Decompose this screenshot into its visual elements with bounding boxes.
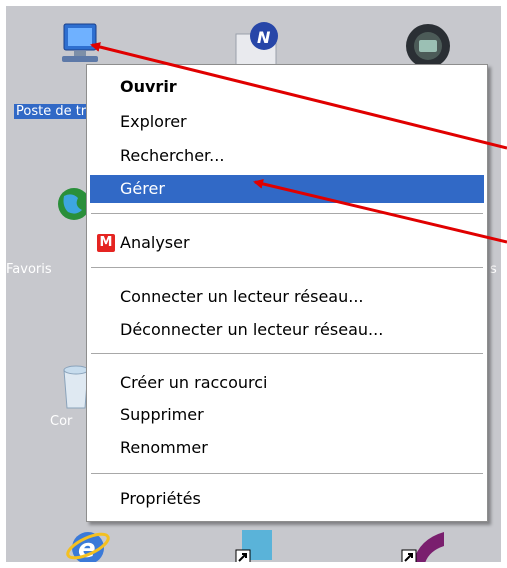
shortcut-icon[interactable] (232, 526, 280, 562)
context-menu: Ouvrir Explorer Rechercher... Gérer M An… (86, 64, 488, 522)
my-computer-icon[interactable] (56, 20, 106, 66)
menu-item-properties[interactable]: Propriétés (90, 485, 484, 513)
menu-item-explore[interactable]: Explorer (90, 108, 484, 136)
favorites-label[interactable]: Favoris (6, 262, 52, 277)
menu-item-analyze[interactable]: M Analyser (90, 229, 484, 257)
internet-explorer-icon[interactable]: e (64, 524, 112, 562)
menu-item-manage[interactable]: Gérer (90, 175, 484, 203)
menu-item-map-network-drive[interactable]: Connecter un lecteur réseau... (90, 283, 484, 311)
menu-item-delete[interactable]: Supprimer (90, 401, 484, 429)
my-computer-label[interactable]: Poste de travail (14, 104, 92, 119)
purple-app-shortcut-icon[interactable] (398, 526, 448, 562)
menu-separator (91, 473, 483, 474)
svg-text:N: N (257, 28, 271, 47)
menu-separator (91, 267, 483, 268)
menu-item-search[interactable]: Rechercher... (90, 142, 484, 170)
recycle-bin-label[interactable]: Cor (50, 414, 72, 429)
menu-separator (91, 353, 483, 354)
menu-item-rename[interactable]: Renommer (90, 434, 484, 462)
webcam-icon[interactable] (398, 22, 458, 70)
menu-item-disconnect-network-drive[interactable]: Déconnecter un lecteur réseau... (90, 316, 484, 344)
menu-item-analyze-label: Analyser (120, 233, 190, 252)
menu-item-open[interactable]: Ouvrir (90, 73, 484, 101)
partial-right-label: s (490, 262, 497, 277)
app-n-icon[interactable]: N (232, 18, 282, 70)
mcafee-m-icon: M (97, 234, 115, 252)
menu-separator (91, 213, 483, 214)
menu-item-create-shortcut[interactable]: Créer un raccourci (90, 369, 484, 397)
